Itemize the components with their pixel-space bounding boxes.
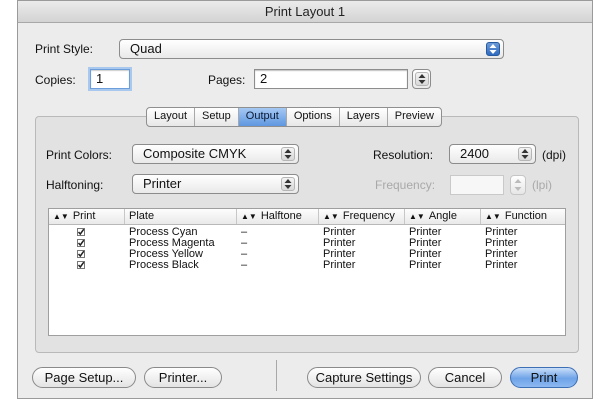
- popup-arrows-icon: [415, 72, 429, 86]
- print-style-label: Print Style:: [35, 42, 94, 56]
- tab-options[interactable]: Options: [287, 108, 340, 126]
- pages-field[interactable]: 2: [254, 69, 408, 89]
- angle-value: Printer: [409, 259, 442, 271]
- halftoning-value: Printer: [143, 176, 182, 191]
- pages-popup[interactable]: [412, 69, 431, 89]
- sort-icon: ▲▼: [485, 212, 501, 221]
- popup-arrows-icon: [281, 147, 295, 161]
- print-layout-dialog: Print Layout 1 Print Style: Quad Copies:…: [17, 0, 593, 399]
- column-frequency[interactable]: ▲▼ Frequency: [319, 209, 405, 224]
- frequency-stepper[interactable]: [510, 175, 526, 195]
- print-style-popup[interactable]: Quad: [119, 39, 504, 59]
- sort-icon: ▲▼: [53, 212, 69, 221]
- print-checkbox[interactable]: [77, 239, 85, 247]
- print-checkbox[interactable]: [77, 250, 85, 258]
- resolution-popup[interactable]: 2400: [449, 144, 536, 164]
- tab-layout[interactable]: Layout: [147, 108, 196, 126]
- print-button[interactable]: Print: [510, 367, 578, 388]
- window-title: Print Layout 1: [18, 1, 592, 23]
- frequency-label: Frequency:: [375, 178, 436, 192]
- print-colors-popup[interactable]: Composite CMYK: [132, 144, 299, 164]
- print-checkbox[interactable]: [77, 261, 85, 269]
- tab-layers[interactable]: Layers: [340, 108, 388, 126]
- halftone-value: –: [241, 259, 248, 271]
- function-value: Printer: [485, 259, 518, 271]
- popup-arrows-icon: [518, 147, 532, 161]
- print-colors-label: Print Colors:: [46, 148, 113, 162]
- tab-bar: Layout Setup Output Options Layers Previ…: [146, 107, 442, 127]
- sort-icon: ▲▼: [323, 212, 339, 221]
- tab-setup[interactable]: Setup: [195, 108, 239, 126]
- plate-name: Process Black: [129, 259, 199, 271]
- copies-label: Copies:: [35, 73, 76, 87]
- page-setup-button[interactable]: Page Setup...: [32, 367, 136, 388]
- column-print[interactable]: ▲▼ Print: [49, 209, 125, 224]
- cancel-button[interactable]: Cancel: [428, 367, 502, 388]
- capture-settings-button[interactable]: Capture Settings: [307, 367, 421, 388]
- column-halftone[interactable]: ▲▼ Halftone: [237, 209, 319, 224]
- popup-arrows-icon: [486, 42, 500, 56]
- halftoning-popup[interactable]: Printer: [132, 174, 299, 194]
- print-checkbox[interactable]: [77, 228, 85, 236]
- copies-field[interactable]: 1: [90, 69, 130, 89]
- table-header: ▲▼ Print Plate ▲▼ Halftone ▲▼ Frequency ▲▼ A…: [49, 209, 565, 225]
- print-style-value: Quad: [130, 41, 162, 56]
- sort-icon: ▲▼: [409, 212, 425, 221]
- sort-icon: ▲▼: [241, 212, 257, 221]
- popup-arrows-icon: [281, 177, 295, 191]
- frequency-field[interactable]: [450, 175, 504, 195]
- resolution-unit: (dpi): [542, 148, 567, 162]
- tab-output[interactable]: Output: [238, 108, 287, 126]
- pages-label: Pages:: [208, 73, 246, 87]
- column-plate[interactable]: Plate: [125, 209, 237, 224]
- frequency-unit: (lpi): [532, 178, 552, 192]
- tab-preview[interactable]: Preview: [388, 108, 441, 126]
- print-colors-value: Composite CMYK: [143, 146, 247, 161]
- halftoning-label: Halftoning:: [46, 178, 104, 192]
- column-function[interactable]: ▲▼ Function: [481, 209, 565, 224]
- frequency-value: Printer: [323, 259, 356, 271]
- button-separator: [276, 360, 277, 391]
- resolution-label: Resolution:: [373, 148, 434, 162]
- resolution-value: 2400: [460, 146, 489, 161]
- printer-button[interactable]: Printer...: [144, 367, 222, 388]
- plates-table: ▲▼ Print Plate ▲▼ Halftone ▲▼ Frequency ▲▼ A…: [48, 208, 566, 336]
- column-angle[interactable]: ▲▼ Angle: [405, 209, 481, 224]
